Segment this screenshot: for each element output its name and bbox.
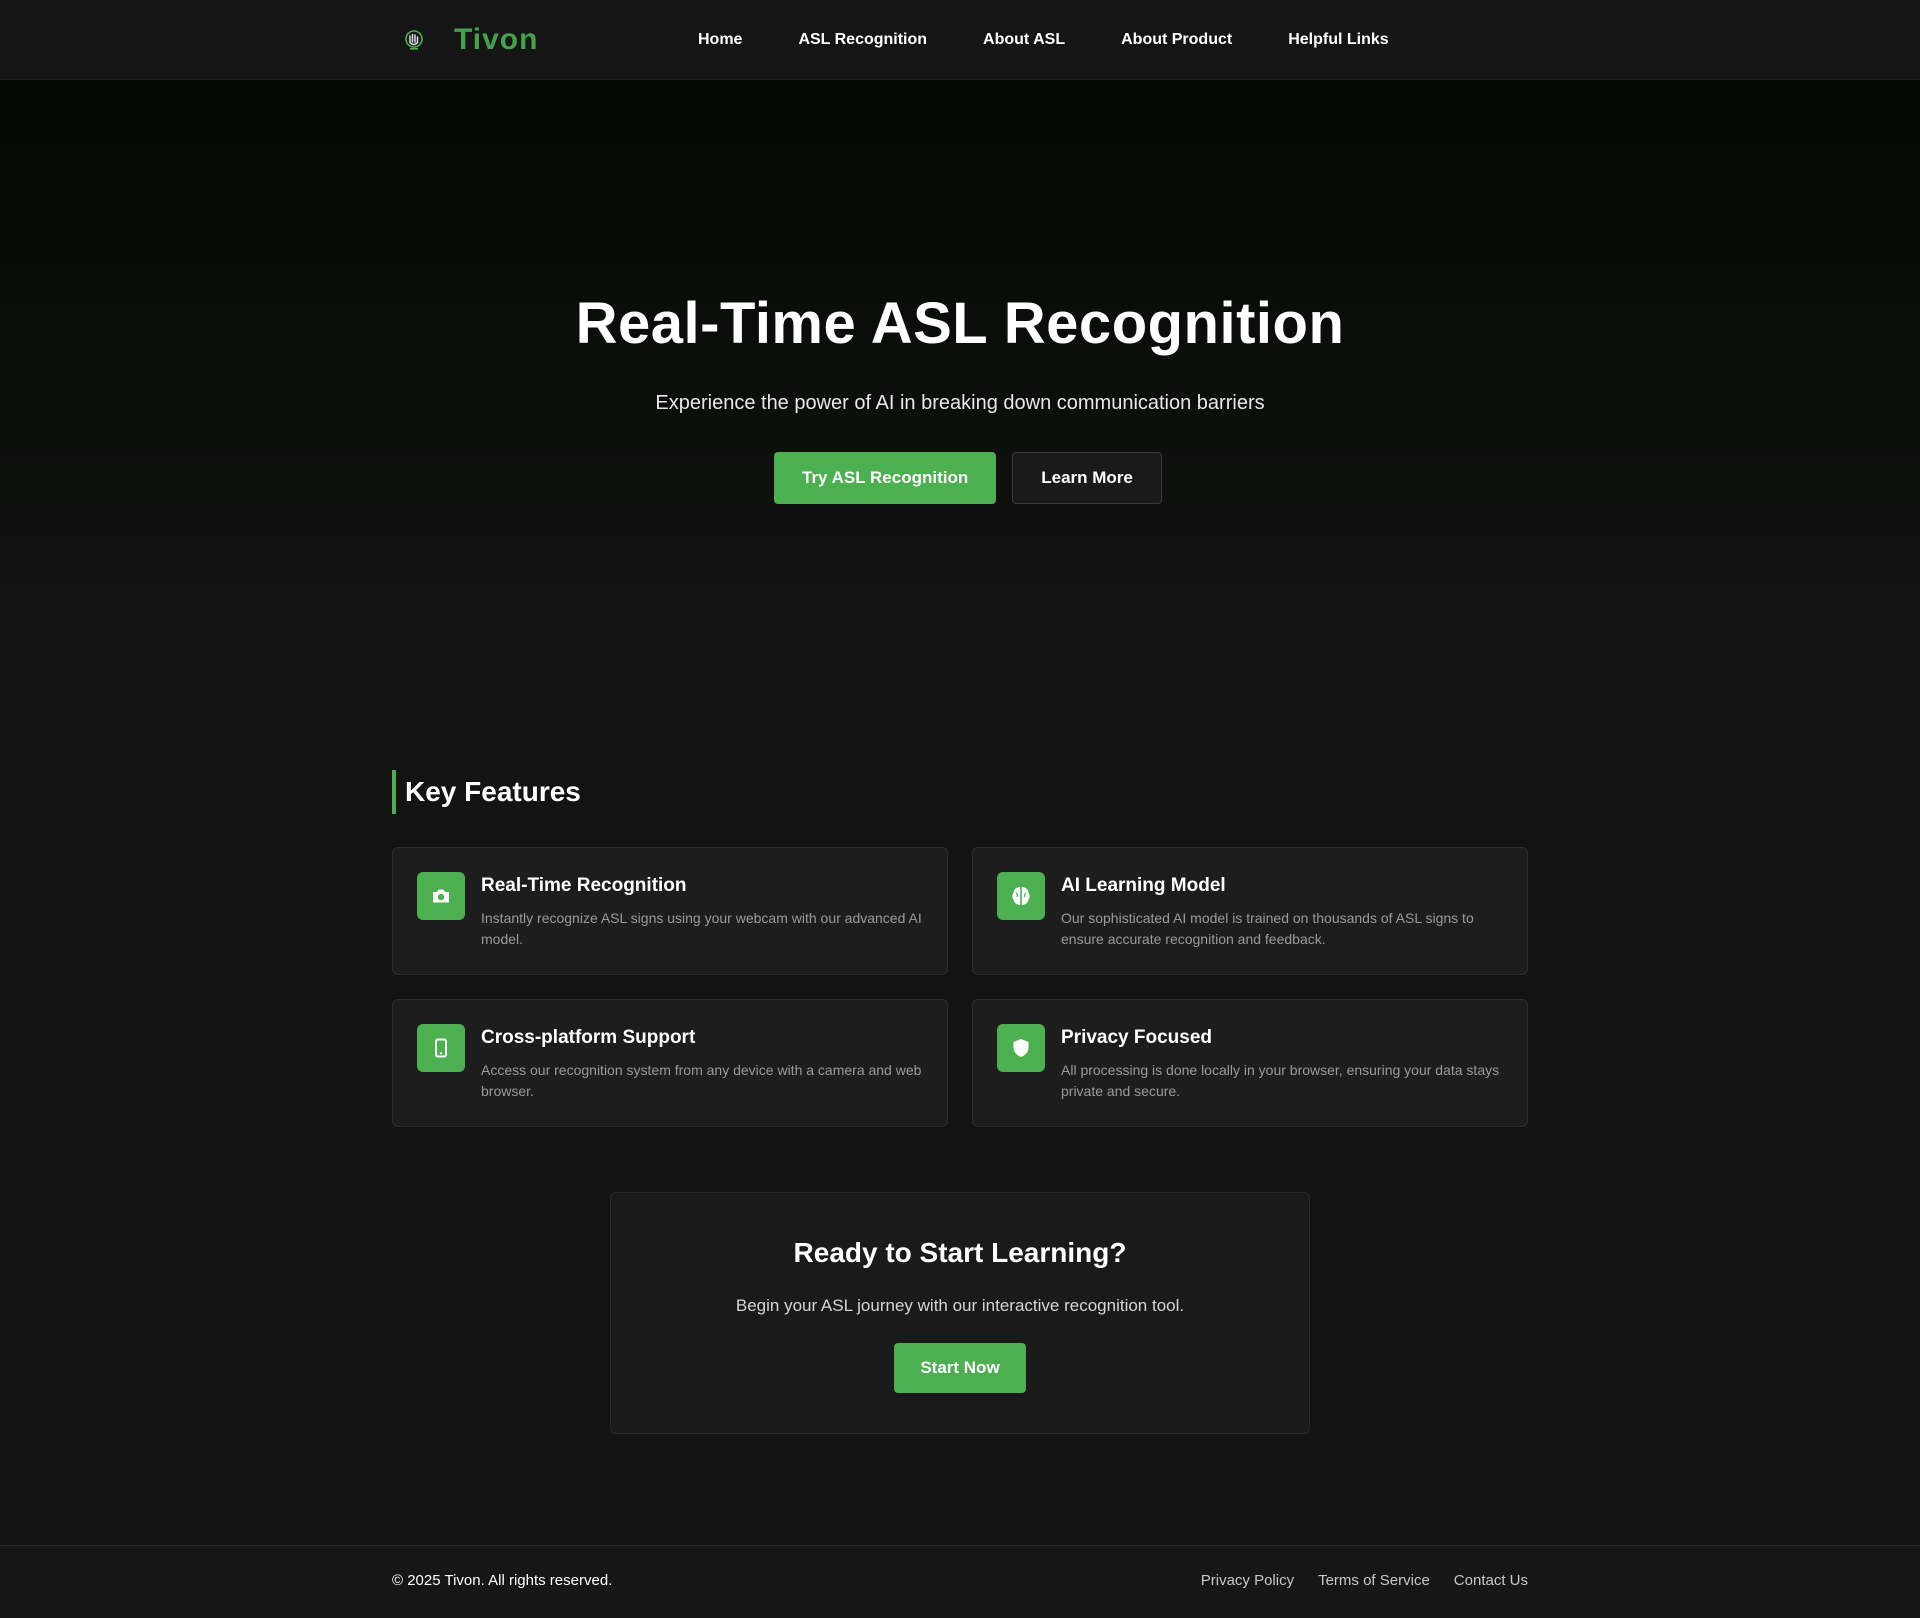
start-now-button[interactable]: Start Now xyxy=(894,1343,1026,1393)
hero-title: Real-Time ASL Recognition xyxy=(575,291,1345,356)
feature-card-ai-learning-model: AI Learning Model Our sophisticated AI m… xyxy=(972,847,1528,975)
hero-section: Real-Time ASL Recognition Experience the… xyxy=(0,80,1920,680)
shield-icon xyxy=(997,1024,1045,1072)
learn-more-button[interactable]: Learn More xyxy=(1012,452,1162,504)
try-asl-recognition-button[interactable]: Try ASL Recognition xyxy=(774,452,997,504)
brand[interactable]: Tivon xyxy=(401,16,538,64)
hero-buttons: Try ASL Recognition Learn More xyxy=(774,452,1162,504)
hero-subtitle: Experience the power of AI in breaking d… xyxy=(655,392,1265,414)
camera-icon xyxy=(417,872,465,920)
footer-link-privacy-policy[interactable]: Privacy Policy xyxy=(1201,1572,1294,1589)
feature-description: Our sophisticated AI model is trained on… xyxy=(1061,910,1474,947)
mobile-icon xyxy=(417,1024,465,1072)
footer-link-terms-of-service[interactable]: Terms of Service xyxy=(1318,1572,1430,1589)
footer-links: Privacy Policy Terms of Service Contact … xyxy=(1177,1572,1528,1589)
hand-logo-icon xyxy=(401,27,427,53)
brain-icon xyxy=(997,872,1045,920)
nav-links: Home ASL Recognition About ASL About Pro… xyxy=(670,20,1417,60)
cta-text: Begin your ASL journey with our interact… xyxy=(735,1296,1185,1315)
feature-title: Privacy Focused xyxy=(1061,1027,1213,1048)
feature-title: AI Learning Model xyxy=(1061,875,1226,896)
cta-section: Ready to Start Learning? Begin your ASL … xyxy=(610,1192,1310,1434)
feature-card-real-time-recognition: Real-Time Recognition Instantly recogniz… xyxy=(392,847,948,975)
cta-title: Ready to Start Learning? xyxy=(793,1237,1127,1268)
nav-link-about-asl[interactable]: About ASL xyxy=(955,31,1093,49)
feature-description: Access our recognition system from any d… xyxy=(481,1062,922,1099)
feature-description: Instantly recognize ASL signs using your… xyxy=(481,910,922,947)
footer: © 2025 Tivon. All rights reserved. Priva… xyxy=(0,1545,1920,1618)
feature-card-privacy-focused: Privacy Focused All processing is done l… xyxy=(972,999,1528,1127)
footer-copyright: © 2025 Tivon. All rights reserved. xyxy=(392,1572,613,1589)
page: Tivon Home ASL Recognition About ASL Abo… xyxy=(0,0,1920,1618)
nav-link-asl-recognition[interactable]: ASL Recognition xyxy=(770,31,955,49)
navbar: Tivon Home ASL Recognition About ASL Abo… xyxy=(0,0,1920,80)
nav-link-helpful-links[interactable]: Helpful Links xyxy=(1260,31,1416,49)
footer-link-contact-us[interactable]: Contact Us xyxy=(1454,1572,1528,1589)
feature-title: Cross-platform Support xyxy=(481,1027,696,1048)
nav-link-home[interactable]: Home xyxy=(670,31,770,49)
feature-card-cross-platform-support: Cross-platform Support Access our recogn… xyxy=(392,999,948,1127)
features-heading: Key Features xyxy=(392,770,581,814)
feature-title: Real-Time Recognition xyxy=(481,875,687,896)
feature-description: All processing is done locally in your b… xyxy=(1061,1062,1500,1099)
brand-name: Tivon xyxy=(454,23,539,56)
nav-link-about-product[interactable]: About Product xyxy=(1093,31,1260,49)
